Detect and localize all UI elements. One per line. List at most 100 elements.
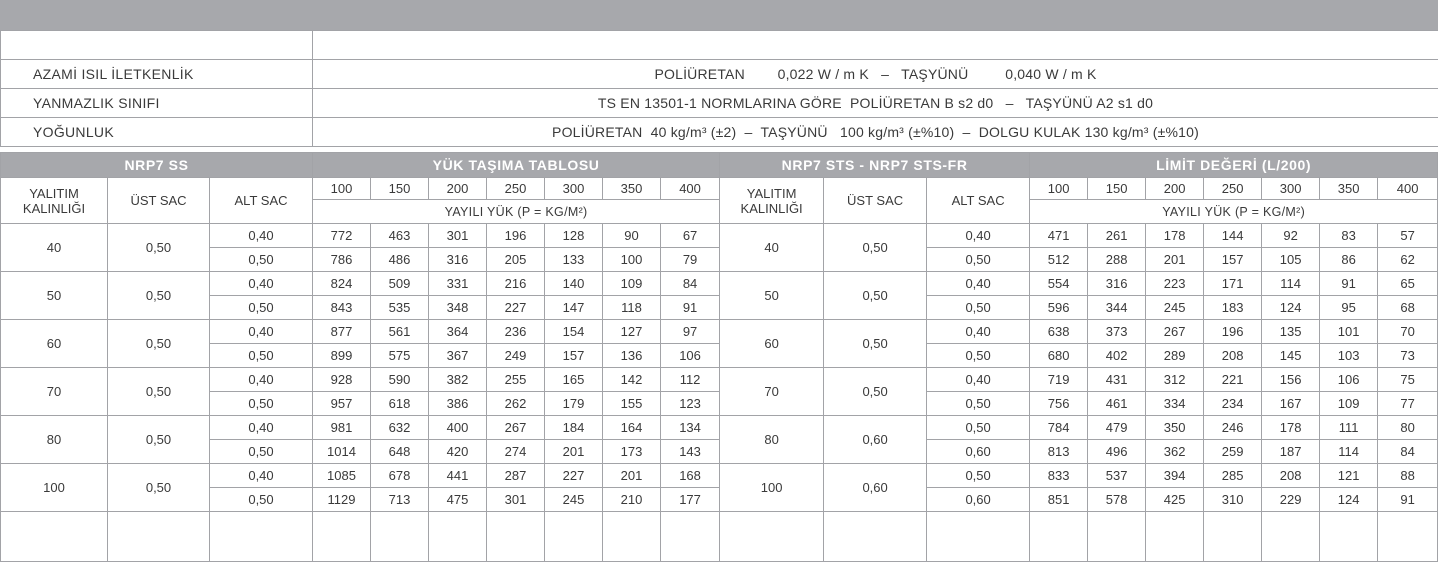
empty-cell: [823, 511, 928, 562]
load-value-cell: 259: [1203, 439, 1263, 464]
thickness-cell: 70: [719, 367, 825, 416]
load-value-cell: 83: [1319, 223, 1379, 248]
load-value-cell: 784: [1029, 415, 1089, 440]
span-header: 100: [312, 177, 372, 200]
empty-cell: [1203, 511, 1263, 562]
bottom-sheet-cell: 0,40: [926, 271, 1031, 296]
empty-cell: [1145, 511, 1205, 562]
load-value-cell: 221: [1203, 367, 1263, 392]
load-value-cell: 713: [370, 487, 430, 512]
thickness-cell: 80: [719, 415, 825, 464]
load-value-cell: 334: [1145, 391, 1205, 416]
load-value-cell: 121: [1319, 463, 1379, 488]
load-value-cell: 575: [370, 343, 430, 368]
load-label: YAYILI YÜK (P = KG/M²): [1029, 199, 1438, 224]
top-sheet-cell: 0,50: [107, 463, 210, 512]
load-value-cell: 561: [370, 319, 430, 344]
load-value-cell: 144: [1203, 223, 1263, 248]
load-value-cell: 227: [486, 295, 546, 320]
thickness-cell: 70: [0, 367, 108, 416]
span-header: 400: [1377, 177, 1438, 200]
load-value-cell: 851: [1029, 487, 1089, 512]
load-value-cell: 103: [1319, 343, 1379, 368]
load-value-cell: 173: [602, 439, 662, 464]
load-value-cell: 509: [370, 271, 430, 296]
load-value-cell: 1014: [312, 439, 372, 464]
load-value-cell: 128: [544, 223, 604, 248]
empty-cell: [428, 511, 488, 562]
load-value-cell: 431: [1087, 367, 1147, 392]
thickness-cell: 60: [719, 319, 825, 368]
load-value-cell: 91: [660, 295, 721, 320]
load-value-cell: 394: [1145, 463, 1205, 488]
load-value-cell: 196: [1203, 319, 1263, 344]
thickness-cell: 40: [719, 223, 825, 272]
load-value-cell: 91: [1319, 271, 1379, 296]
top-sheet-cell: 0,50: [823, 271, 928, 320]
load-value-cell: 461: [1087, 391, 1147, 416]
load-tables: NRP7 SS YÜK TAŞIMA TABLOSU NRP7 STS - NR…: [0, 152, 1438, 562]
load-value-cell: 177: [660, 487, 721, 512]
bottom-sheet-cell: 0,40: [208, 223, 314, 248]
bottom-sheet-cell: 0,50: [926, 247, 1031, 272]
load-value-cell: 824: [312, 271, 372, 296]
right-table-title: LİMİT DEĞERİ (L/200): [1029, 152, 1438, 178]
span-header: 150: [370, 177, 430, 200]
top-sheet-cell: 0,50: [107, 367, 210, 416]
load-value-cell: 425: [1145, 487, 1205, 512]
bottom-sheet-header: ALT SAC: [208, 177, 314, 224]
bottom-sheet-cell: 0,50: [926, 295, 1031, 320]
top-header-bar: [0, 0, 1438, 30]
load-value-cell: 475: [428, 487, 488, 512]
load-value-cell: 178: [1145, 223, 1205, 248]
insulation-header: YALITIM KALINLIĞI: [719, 177, 825, 224]
load-value-cell: 118: [602, 295, 662, 320]
top-sheet-cell: 0,50: [107, 415, 210, 464]
load-value-cell: 402: [1087, 343, 1147, 368]
load-value-cell: 648: [370, 439, 430, 464]
span-header: 250: [486, 177, 546, 200]
load-value-cell: 95: [1319, 295, 1379, 320]
top-sheet-cell: 0,60: [823, 463, 928, 512]
load-value-cell: 70: [1377, 319, 1438, 344]
load-value-cell: 420: [428, 439, 488, 464]
load-value-cell: 554: [1029, 271, 1089, 296]
load-value-cell: 86: [1319, 247, 1379, 272]
load-value-cell: 310: [1203, 487, 1263, 512]
load-value-cell: 124: [1261, 295, 1321, 320]
load-value-cell: 596: [1029, 295, 1089, 320]
load-value-cell: 90: [602, 223, 662, 248]
empty-cell: [0, 511, 108, 562]
load-value-cell: 471: [1029, 223, 1089, 248]
properties-blank-row: [0, 30, 1438, 60]
table-row: 50 0,50 0,40 824 509 331 216 140 109 84 50 0,50 0,40…: [0, 271, 1438, 320]
load-value-cell: 210: [602, 487, 662, 512]
top-sheet-header: ÜST SAC: [823, 177, 928, 224]
load-value-cell: 899: [312, 343, 372, 368]
load-value-cell: 301: [486, 487, 546, 512]
blank-cell: [0, 30, 313, 60]
empty-cell: [107, 511, 210, 562]
load-value-cell: 590: [370, 367, 430, 392]
load-value-cell: 201: [544, 439, 604, 464]
load-value-cell: 111: [1319, 415, 1379, 440]
load-value-cell: 267: [486, 415, 546, 440]
load-value-cell: 289: [1145, 343, 1205, 368]
load-value-cell: 1129: [312, 487, 372, 512]
load-value-cell: 156: [1261, 367, 1321, 392]
load-value-cell: 155: [602, 391, 662, 416]
load-value-cell: 178: [1261, 415, 1321, 440]
load-value-cell: 618: [370, 391, 430, 416]
thickness-cell: 50: [0, 271, 108, 320]
load-value-cell: 344: [1087, 295, 1147, 320]
load-value-cell: 348: [428, 295, 488, 320]
bottom-sheet-cell: 0,50: [208, 343, 314, 368]
top-sheet-cell: 0,50: [107, 319, 210, 368]
load-value-cell: 316: [1087, 271, 1147, 296]
load-value-cell: 261: [1087, 223, 1147, 248]
bottom-sheet-cell: 0,40: [926, 367, 1031, 392]
load-value-cell: 101: [1319, 319, 1379, 344]
table-row: 70 0,50 0,40 928 590 382 255 165 142 112 70 0,50 0,4…: [0, 367, 1438, 416]
load-value-cell: 147: [544, 295, 604, 320]
top-sheet-header: ÜST SAC: [107, 177, 210, 224]
